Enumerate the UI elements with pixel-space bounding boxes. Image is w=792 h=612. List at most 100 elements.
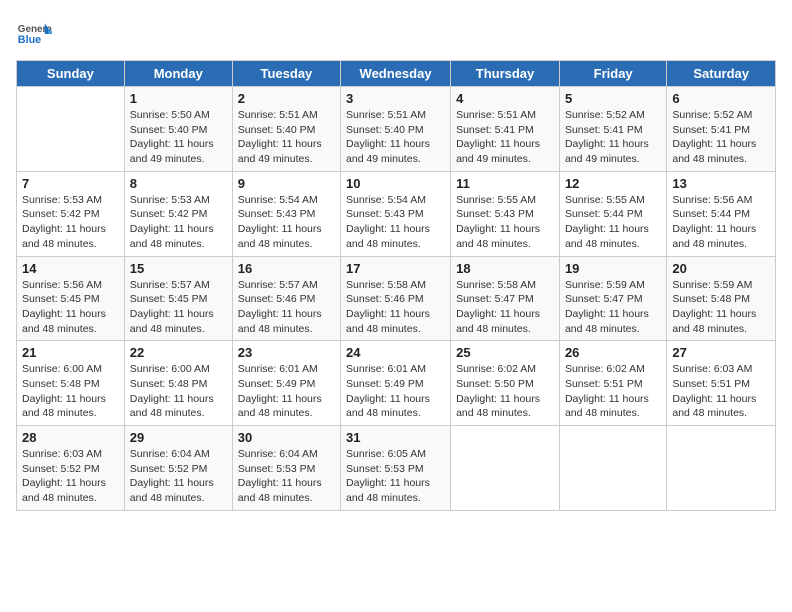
day-info: Sunrise: 6:02 AM Sunset: 5:51 PM Dayligh… <box>565 362 661 421</box>
day-info: Sunrise: 5:58 AM Sunset: 5:46 PM Dayligh… <box>346 278 445 337</box>
calendar-cell <box>667 426 776 511</box>
weekday-header-saturday: Saturday <box>667 61 776 87</box>
day-info: Sunrise: 6:00 AM Sunset: 5:48 PM Dayligh… <box>130 362 227 421</box>
day-info: Sunrise: 5:55 AM Sunset: 5:43 PM Dayligh… <box>456 193 554 252</box>
day-number: 31 <box>346 430 445 445</box>
weekday-header-thursday: Thursday <box>451 61 560 87</box>
day-number: 9 <box>238 176 335 191</box>
weekday-header-friday: Friday <box>559 61 666 87</box>
calendar-cell: 2 Sunrise: 5:51 AM Sunset: 5:40 PM Daylig… <box>232 87 340 172</box>
day-info: Sunrise: 5:57 AM Sunset: 5:45 PM Dayligh… <box>130 278 227 337</box>
calendar-cell: 16 Sunrise: 5:57 AM Sunset: 5:46 PM Dayli… <box>232 256 340 341</box>
svg-text:Blue: Blue <box>18 34 41 46</box>
day-number: 13 <box>672 176 770 191</box>
day-info: Sunrise: 6:04 AM Sunset: 5:53 PM Dayligh… <box>238 447 335 506</box>
day-number: 25 <box>456 345 554 360</box>
day-info: Sunrise: 5:51 AM Sunset: 5:40 PM Dayligh… <box>238 108 335 167</box>
day-number: 8 <box>130 176 227 191</box>
calendar-table: SundayMondayTuesdayWednesdayThursdayFrid… <box>16 60 776 511</box>
calendar-cell: 26Sunrise: 6:02 AM Sunset: 5:51 PM Dayli… <box>559 341 666 426</box>
day-number: 10 <box>346 176 445 191</box>
day-info: Sunrise: 5:50 AM Sunset: 5:40 PM Dayligh… <box>130 108 227 167</box>
calendar-cell: 3Sunrise: 5:51 AM Sunset: 5:40 PM Daylig… <box>341 87 451 172</box>
day-info: Sunrise: 6:05 AM Sunset: 5:53 PM Dayligh… <box>346 447 445 506</box>
day-info: Sunrise: 5:57 AM Sunset: 5:46 PM Dayligh… <box>238 278 335 337</box>
calendar-cell: 19 Sunrise: 5:59 AM Sunset: 5:47 PM Dayli… <box>559 256 666 341</box>
day-info: Sunrise: 6:00 AM Sunset: 5:48 PM Dayligh… <box>22 362 119 421</box>
day-info: Sunrise: 6:04 AM Sunset: 5:52 PM Dayligh… <box>130 447 227 506</box>
calendar-cell: 10 Sunrise: 5:54 AM Sunset: 5:43 PM Dayli… <box>341 171 451 256</box>
calendar-cell: 11 Sunrise: 5:55 AM Sunset: 5:43 PM Dayli… <box>451 171 560 256</box>
day-info: Sunrise: 5:53 AM Sunset: 5:42 PM Dayligh… <box>22 193 119 252</box>
calendar-cell: 8 Sunrise: 5:53 AM Sunset: 5:42 PM Daylig… <box>124 171 232 256</box>
calendar-cell <box>17 87 125 172</box>
day-info: Sunrise: 5:53 AM Sunset: 5:42 PM Dayligh… <box>130 193 227 252</box>
calendar-cell: 30 Sunrise: 6:04 AM Sunset: 5:53 PM Dayli… <box>232 426 340 511</box>
calendar-week-4: 28 Sunrise: 6:03 AM Sunset: 5:52 PM Dayli… <box>17 426 776 511</box>
calendar-week-0: 1 Sunrise: 5:50 AM Sunset: 5:40 PM Daylig… <box>17 87 776 172</box>
day-info: Sunrise: 5:59 AM Sunset: 5:48 PM Dayligh… <box>672 278 770 337</box>
calendar-cell: 27 Sunrise: 6:03 AM Sunset: 5:51 PM Dayli… <box>667 341 776 426</box>
day-number: 1 <box>130 91 227 106</box>
day-number: 17 <box>346 261 445 276</box>
day-info: Sunrise: 5:51 AM Sunset: 5:41 PM Dayligh… <box>456 108 554 167</box>
calendar-week-3: 21 Sunrise: 6:00 AM Sunset: 5:48 PM Dayli… <box>17 341 776 426</box>
calendar-cell: 14 Sunrise: 5:56 AM Sunset: 5:45 PM Dayli… <box>17 256 125 341</box>
calendar-cell: 13 Sunrise: 5:56 AM Sunset: 5:44 PM Dayli… <box>667 171 776 256</box>
calendar-cell: 4Sunrise: 5:51 AM Sunset: 5:41 PM Daylig… <box>451 87 560 172</box>
day-number: 2 <box>238 91 335 106</box>
day-number: 6 <box>672 91 770 106</box>
calendar-cell: 29 Sunrise: 6:04 AM Sunset: 5:52 PM Dayli… <box>124 426 232 511</box>
day-info: Sunrise: 5:56 AM Sunset: 5:44 PM Dayligh… <box>672 193 770 252</box>
day-number: 29 <box>130 430 227 445</box>
calendar-cell: 9 Sunrise: 5:54 AM Sunset: 5:43 PM Daylig… <box>232 171 340 256</box>
day-number: 20 <box>672 261 770 276</box>
calendar-cell: 18Sunrise: 5:58 AM Sunset: 5:47 PM Dayli… <box>451 256 560 341</box>
day-number: 24 <box>346 345 445 360</box>
day-number: 19 <box>565 261 661 276</box>
day-number: 7 <box>22 176 119 191</box>
weekday-header-monday: Monday <box>124 61 232 87</box>
day-number: 30 <box>238 430 335 445</box>
day-number: 28 <box>22 430 119 445</box>
day-info: Sunrise: 6:03 AM Sunset: 5:52 PM Dayligh… <box>22 447 119 506</box>
calendar-week-2: 14 Sunrise: 5:56 AM Sunset: 5:45 PM Dayli… <box>17 256 776 341</box>
weekday-header-sunday: Sunday <box>17 61 125 87</box>
day-number: 21 <box>22 345 119 360</box>
day-number: 15 <box>130 261 227 276</box>
day-number: 3 <box>346 91 445 106</box>
day-number: 11 <box>456 176 554 191</box>
calendar-cell: 6Sunrise: 5:52 AM Sunset: 5:41 PM Daylig… <box>667 87 776 172</box>
calendar-cell: 7 Sunrise: 5:53 AM Sunset: 5:42 PM Daylig… <box>17 171 125 256</box>
day-number: 12 <box>565 176 661 191</box>
page-header: General Blue <box>16 16 776 52</box>
day-info: Sunrise: 5:54 AM Sunset: 5:43 PM Dayligh… <box>346 193 445 252</box>
calendar-cell: 12 Sunrise: 5:55 AM Sunset: 5:44 PM Dayli… <box>559 171 666 256</box>
calendar-cell: 15 Sunrise: 5:57 AM Sunset: 5:45 PM Dayli… <box>124 256 232 341</box>
day-number: 16 <box>238 261 335 276</box>
day-number: 27 <box>672 345 770 360</box>
day-info: Sunrise: 5:54 AM Sunset: 5:43 PM Dayligh… <box>238 193 335 252</box>
day-number: 23 <box>238 345 335 360</box>
day-info: Sunrise: 6:03 AM Sunset: 5:51 PM Dayligh… <box>672 362 770 421</box>
day-info: Sunrise: 6:01 AM Sunset: 5:49 PM Dayligh… <box>346 362 445 421</box>
day-number: 22 <box>130 345 227 360</box>
day-number: 5 <box>565 91 661 106</box>
calendar-cell: 28 Sunrise: 6:03 AM Sunset: 5:52 PM Dayli… <box>17 426 125 511</box>
day-info: Sunrise: 5:59 AM Sunset: 5:47 PM Dayligh… <box>565 278 661 337</box>
calendar-cell: 31 Sunrise: 6:05 AM Sunset: 5:53 PM Dayli… <box>341 426 451 511</box>
day-info: Sunrise: 5:56 AM Sunset: 5:45 PM Dayligh… <box>22 278 119 337</box>
calendar-cell: 20 Sunrise: 5:59 AM Sunset: 5:48 PM Dayli… <box>667 256 776 341</box>
logo: General Blue <box>16 16 56 52</box>
calendar-cell <box>451 426 560 511</box>
calendar-cell: 1 Sunrise: 5:50 AM Sunset: 5:40 PM Daylig… <box>124 87 232 172</box>
calendar-cell: 23Sunrise: 6:01 AM Sunset: 5:49 PM Dayli… <box>232 341 340 426</box>
day-info: Sunrise: 5:55 AM Sunset: 5:44 PM Dayligh… <box>565 193 661 252</box>
calendar-cell: 24 Sunrise: 6:01 AM Sunset: 5:49 PM Dayli… <box>341 341 451 426</box>
calendar-week-1: 7 Sunrise: 5:53 AM Sunset: 5:42 PM Daylig… <box>17 171 776 256</box>
calendar-cell: 17 Sunrise: 5:58 AM Sunset: 5:46 PM Dayli… <box>341 256 451 341</box>
calendar-cell: 25Sunrise: 6:02 AM Sunset: 5:50 PM Dayli… <box>451 341 560 426</box>
calendar-cell: 5Sunrise: 5:52 AM Sunset: 5:41 PM Daylig… <box>559 87 666 172</box>
day-number: 14 <box>22 261 119 276</box>
calendar-cell: 21 Sunrise: 6:00 AM Sunset: 5:48 PM Dayli… <box>17 341 125 426</box>
